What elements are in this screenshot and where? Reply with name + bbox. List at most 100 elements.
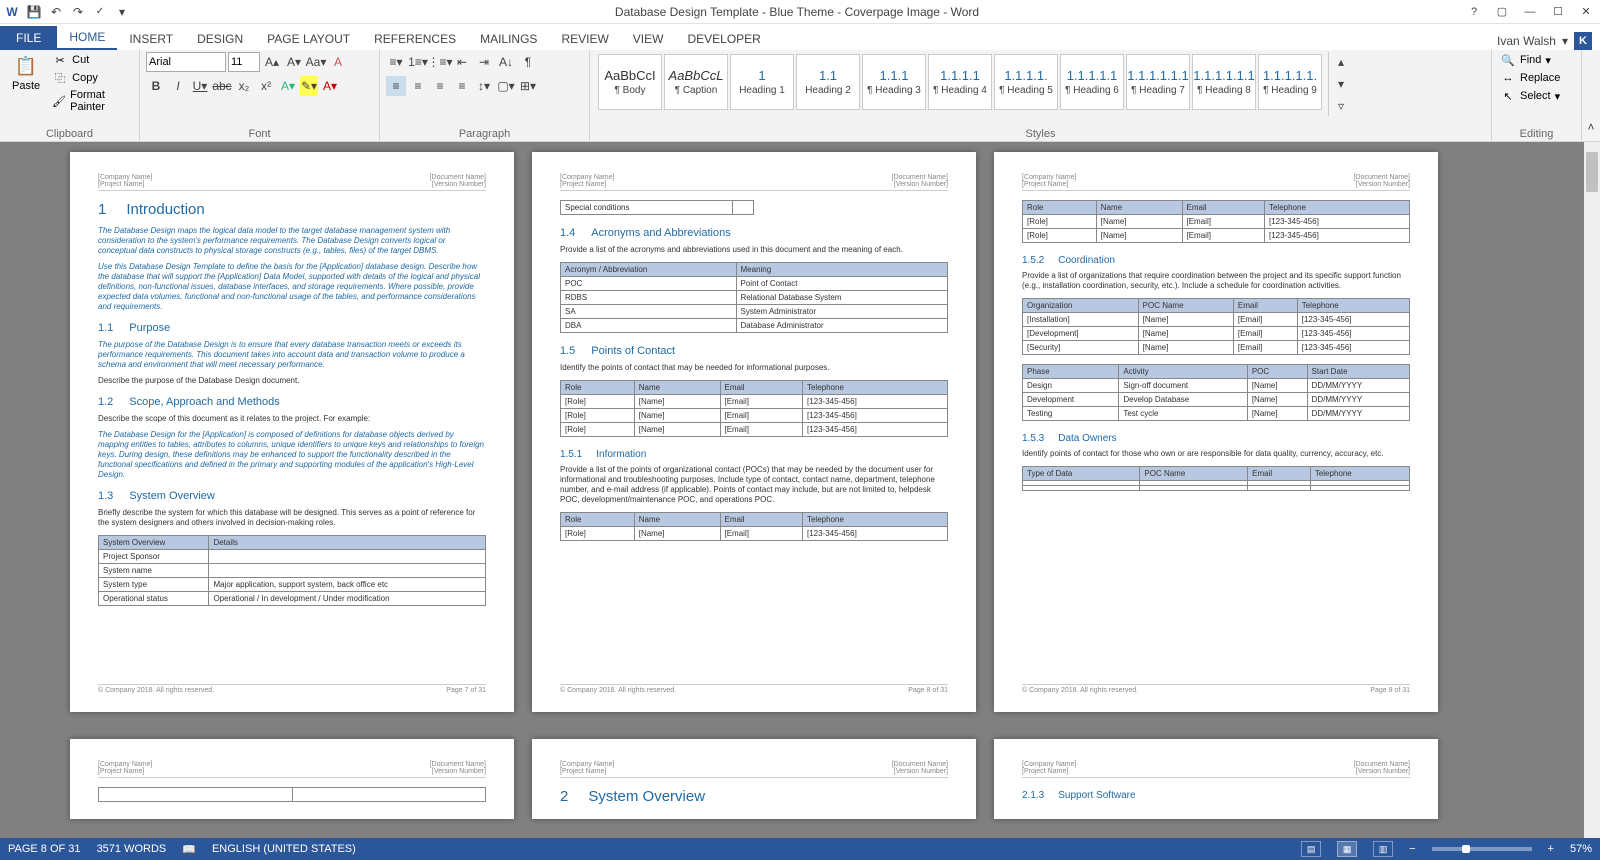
page-header: [Company Name][Project Name] [Document N… xyxy=(98,174,486,191)
bold-button[interactable]: B xyxy=(146,76,166,96)
paste-button[interactable]: 📋 Paste xyxy=(6,52,46,94)
shading-icon[interactable]: ▢▾ xyxy=(496,76,516,96)
show-marks-icon[interactable]: ¶ xyxy=(518,52,538,72)
style-item[interactable]: 1.1.1.1¶ Heading 4 xyxy=(928,54,992,110)
decrease-font-icon[interactable]: A▾ xyxy=(284,52,304,72)
heading-2: 1.4Acronyms and Abbreviations xyxy=(560,227,948,239)
save-icon[interactable]: 💾 xyxy=(26,4,42,20)
highlight-icon[interactable]: ✎▾ xyxy=(300,76,318,96)
increase-indent-icon[interactable]: ⇥ xyxy=(474,52,494,72)
style-item[interactable]: 1.1.1.1.1¶ Heading 6 xyxy=(1060,54,1124,110)
font-size-select[interactable] xyxy=(228,52,260,72)
align-center-icon[interactable]: ≡ xyxy=(408,76,428,96)
view-print-icon[interactable]: ▦ xyxy=(1337,841,1357,857)
tab-mailings[interactable]: MAILINGS xyxy=(468,28,549,50)
font-name-select[interactable] xyxy=(146,52,226,72)
zoom-out-icon[interactable]: − xyxy=(1409,843,1415,855)
numbering-icon[interactable]: 1≡▾ xyxy=(408,52,428,72)
page[interactable]: [Company Name][Project Name] [Document N… xyxy=(70,152,514,712)
align-left-icon[interactable]: ≡ xyxy=(386,76,406,96)
strike-button[interactable]: abc xyxy=(212,76,232,96)
borders-icon[interactable]: ⊞▾ xyxy=(518,76,538,96)
body-text: Provide a list of the points of organiza… xyxy=(560,465,948,505)
page[interactable]: [Company Name][Project Name] [Document N… xyxy=(70,739,514,819)
tab-design[interactable]: DESIGN xyxy=(185,28,255,50)
change-case-icon[interactable]: Aa▾ xyxy=(306,52,326,72)
collapse-ribbon-icon[interactable]: ˄ xyxy=(1582,117,1600,137)
style-item[interactable]: 1Heading 1 xyxy=(730,54,794,110)
page-footer: © Company 2018. All rights reserved.Page… xyxy=(560,684,948,694)
underline-button[interactable]: U▾ xyxy=(190,76,210,96)
tab-references[interactable]: REFERENCES xyxy=(362,28,468,50)
page[interactable]: [Company Name][Project Name] [Document N… xyxy=(532,152,976,712)
select-button[interactable]: ↖Select ▾ xyxy=(1498,88,1562,104)
tab-file[interactable]: FILE xyxy=(0,26,57,50)
format-painter-button[interactable]: 🖌Format Painter xyxy=(50,88,133,114)
view-read-icon[interactable]: ▤ xyxy=(1301,841,1321,857)
style-item[interactable]: 1.1.1.1.¶ Heading 5 xyxy=(994,54,1058,110)
tab-page-layout[interactable]: PAGE LAYOUT xyxy=(255,28,362,50)
view-web-icon[interactable]: ▥ xyxy=(1373,841,1393,857)
document-area[interactable]: [Company Name][Project Name] [Document N… xyxy=(0,142,1584,838)
tab-review[interactable]: REVIEW xyxy=(549,28,620,50)
spellcheck-icon[interactable]: ✓ xyxy=(92,4,108,20)
clear-formatting-icon[interactable]: A xyxy=(328,52,348,72)
multilevel-icon[interactable]: ⋮≡▾ xyxy=(430,52,450,72)
copy-button[interactable]: ⿻Copy xyxy=(50,70,133,86)
close-icon[interactable]: ✕ xyxy=(1576,3,1596,21)
maximize-icon[interactable]: ☐ xyxy=(1548,3,1568,21)
tab-view[interactable]: VIEW xyxy=(621,28,676,50)
styles-gallery[interactable]: AaBbCcI¶ BodyAaBbCcL¶ Caption1Heading 11… xyxy=(596,52,1324,110)
page[interactable]: [Company Name][Project Name] [Document N… xyxy=(994,152,1438,712)
zoom-slider[interactable] xyxy=(1432,847,1532,851)
style-item[interactable]: 1.1Heading 2 xyxy=(796,54,860,110)
ribbon: 📋 Paste ✂Cut ⿻Copy 🖌Format Painter Clipb… xyxy=(0,50,1600,142)
align-right-icon[interactable]: ≡ xyxy=(430,76,450,96)
redo-icon[interactable]: ↷ xyxy=(70,4,86,20)
superscript-button[interactable]: x² xyxy=(256,76,276,96)
style-item[interactable]: 1.1.1.1.1.1¶ Heading 7 xyxy=(1126,54,1190,110)
style-item[interactable]: 1.1.1.1.1.1¶ Heading 8 xyxy=(1192,54,1256,110)
subscript-button[interactable]: x₂ xyxy=(234,76,254,96)
tab-insert[interactable]: INSERT xyxy=(117,28,185,50)
font-color-icon[interactable]: A▾ xyxy=(320,76,340,96)
proofing-icon[interactable]: 📖 xyxy=(182,843,196,856)
zoom-level[interactable]: 57% xyxy=(1570,843,1592,855)
ribbon-options-icon[interactable]: ▢ xyxy=(1492,3,1512,21)
bullets-icon[interactable]: ≡▾ xyxy=(386,52,406,72)
status-language[interactable]: ENGLISH (UNITED STATES) xyxy=(212,843,356,855)
increase-font-icon[interactable]: A▴ xyxy=(262,52,282,72)
line-spacing-icon[interactable]: ↕▾ xyxy=(474,76,494,96)
find-button[interactable]: 🔍Find ▾ xyxy=(1498,52,1562,68)
style-item[interactable]: AaBbCcI¶ Body xyxy=(598,54,662,110)
undo-icon[interactable]: ↶ xyxy=(48,4,64,20)
tab-developer[interactable]: DEVELOPER xyxy=(675,28,772,50)
status-page[interactable]: PAGE 8 OF 31 xyxy=(8,843,81,855)
heading-2: 1.1Purpose xyxy=(98,322,486,334)
vertical-scrollbar[interactable] xyxy=(1584,142,1600,838)
cut-button[interactable]: ✂Cut xyxy=(50,52,133,68)
italic-button[interactable]: I xyxy=(168,76,188,96)
style-item[interactable]: 1.1.1¶ Heading 3 xyxy=(862,54,926,110)
text-effects-icon[interactable]: A▾ xyxy=(278,76,298,96)
page[interactable]: [Company Name][Project Name] [Document N… xyxy=(532,739,976,819)
user-area[interactable]: Ivan Walsh ▾ K xyxy=(1497,32,1600,50)
status-words[interactable]: 3571 WORDS xyxy=(97,843,167,855)
decrease-indent-icon[interactable]: ⇤ xyxy=(452,52,472,72)
minimize-icon[interactable]: — xyxy=(1520,3,1540,21)
style-item[interactable]: AaBbCcL¶ Caption xyxy=(664,54,728,110)
page[interactable]: [Company Name][Project Name] [Document N… xyxy=(994,739,1438,819)
style-item[interactable]: 1.1.1.1.1.¶ Heading 9 xyxy=(1258,54,1322,110)
zoom-in-icon[interactable]: + xyxy=(1548,843,1554,855)
replace-button[interactable]: ↔Replace xyxy=(1498,70,1562,86)
page-footer: © Company 2018. All rights reserved.Page… xyxy=(1022,684,1410,694)
tab-home[interactable]: HOME xyxy=(57,26,117,50)
scrollbar-thumb[interactable] xyxy=(1586,152,1598,192)
styles-scroll-up-icon[interactable]: ▴ xyxy=(1331,52,1351,72)
justify-icon[interactable]: ≡ xyxy=(452,76,472,96)
sort-icon[interactable]: A↓ xyxy=(496,52,516,72)
qat-customize-icon[interactable]: ▾ xyxy=(114,4,130,20)
styles-scroll-down-icon[interactable]: ▾ xyxy=(1331,74,1351,94)
styles-more-icon[interactable]: ▿ xyxy=(1331,96,1351,116)
help-icon[interactable]: ? xyxy=(1464,3,1484,21)
